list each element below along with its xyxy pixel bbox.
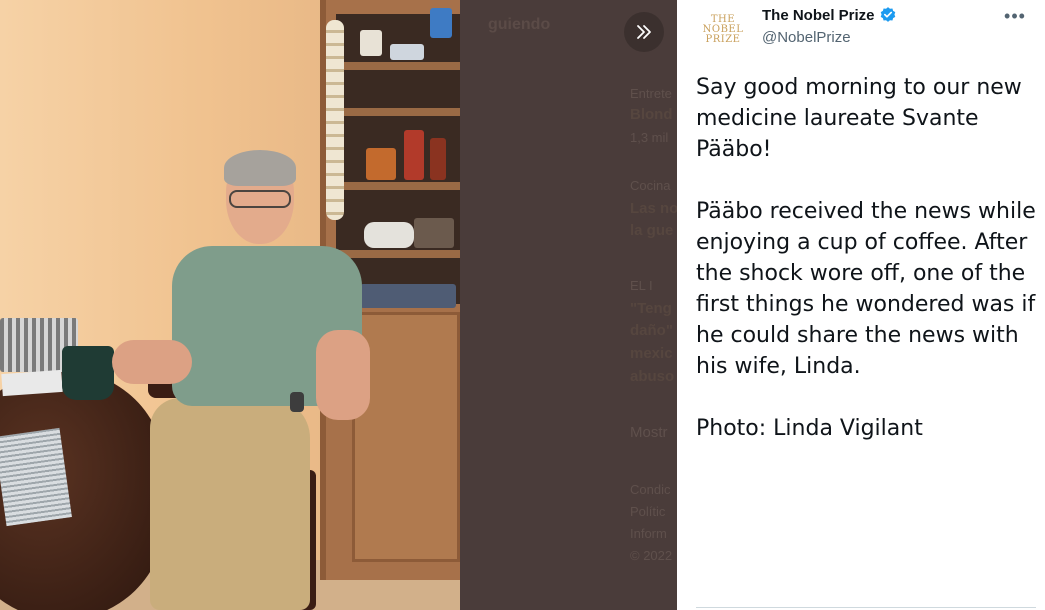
photo-items (360, 284, 456, 308)
tweet-paragraph: Say good morning to our new medicine lau… (696, 75, 1029, 162)
photo-watch (290, 392, 304, 412)
trend-title: Las no (630, 200, 679, 217)
photo-jar (360, 30, 382, 56)
trend-title: la gue (630, 222, 674, 239)
tweet-photo[interactable] (0, 0, 460, 610)
footer-copyright: © 2022 (630, 548, 673, 563)
photo-shelf (336, 182, 460, 190)
expand-panel-button[interactable] (624, 12, 664, 52)
trend-title: mexic (630, 345, 673, 362)
photo-mug (62, 346, 114, 400)
trend-title: daño" (630, 322, 673, 339)
photo-person-glasses (229, 190, 291, 208)
footer-link: Inform (630, 526, 667, 541)
verified-badge-icon (880, 7, 895, 22)
tweet-detail-panel: THE NOBEL PRIZE The Nobel Prize @NobelPr… (677, 0, 1045, 610)
photo-papers (1, 369, 63, 397)
footer-link: Polític (630, 504, 666, 519)
trend-kicker: Entrete (630, 86, 672, 101)
tweet-paragraph: Pääbo received the news while enjoying a… (696, 199, 1043, 379)
photo-shelf (336, 250, 460, 258)
tweet-paragraph: Photo: Linda Vigilant (696, 416, 923, 441)
photo-person-pants (150, 398, 310, 610)
trend-kicker: Cocina (630, 178, 671, 193)
photo-jar (414, 218, 454, 248)
tweet-text: Say good morning to our new medicine lau… (696, 72, 1036, 475)
author-avatar[interactable]: THE NOBEL PRIZE (699, 6, 747, 54)
photo-person-arm (316, 330, 370, 420)
dimmed-background-page: guiendo Entrete Blond 1,3 mil Cocina Las… (460, 0, 679, 610)
photo-jar (366, 148, 396, 180)
trend-title: "Teng (630, 300, 672, 317)
photo-newspaper (0, 427, 72, 527)
photo-bottle (430, 138, 446, 180)
photo-bowl (390, 44, 424, 60)
photo-garlic-string (326, 20, 344, 220)
more-options-icon[interactable]: ••• (999, 4, 1031, 28)
trend-title: abuso (630, 368, 675, 385)
footer-link: Condic (630, 482, 671, 497)
photo-person-arm (112, 340, 192, 384)
trend-title: Blond (630, 106, 673, 123)
following-label: guiendo (488, 16, 551, 33)
divider (696, 607, 1036, 608)
avatar-logo-text: PRIZE (705, 34, 741, 45)
show-more-link: Mostr (630, 424, 668, 441)
double-chevron-right-icon (637, 25, 651, 39)
trend-kicker: EL I (630, 278, 653, 293)
author-name[interactable]: The Nobel Prize (762, 7, 875, 24)
photo-box (430, 8, 452, 38)
photo-shelf (336, 62, 460, 70)
author-handle[interactable]: @NobelPrize (762, 29, 851, 46)
photo-teapot (364, 222, 414, 248)
photo-person-hair (224, 150, 296, 186)
photo-shelf (336, 108, 460, 116)
trend-meta: 1,3 mil (630, 130, 669, 145)
author-name-row[interactable]: The Nobel Prize (762, 6, 897, 24)
photo-jar (404, 130, 424, 180)
